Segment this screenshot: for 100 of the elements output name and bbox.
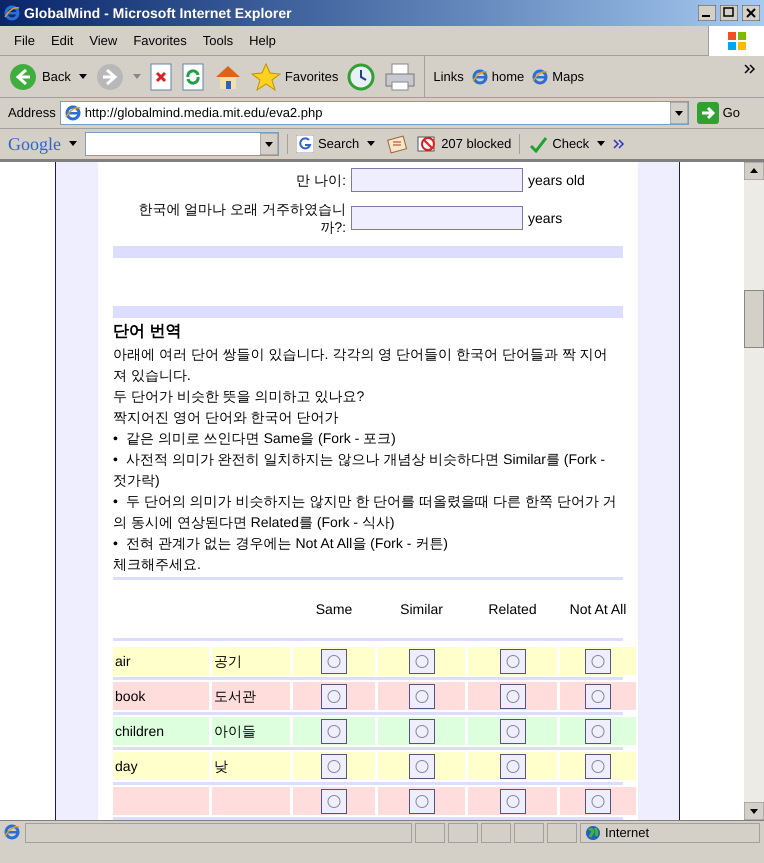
dropdown-icon[interactable] [367, 141, 376, 147]
g-icon [296, 135, 314, 153]
table-cell: 아이들 [212, 717, 290, 745]
instruction-text: 아래에 여러 단어 쌍들이 있습니다. 각각의 영 단어들이 한국어 단어들과 짝 지어져 있습니다. [113, 345, 609, 385]
status-pane [547, 822, 577, 842]
column-header: Not At All [568, 600, 628, 619]
blocked-window-icon [417, 134, 438, 154]
column-header: Same [314, 600, 354, 619]
scroll-thumb[interactable] [744, 290, 764, 348]
menu-item[interactable]: Favorites [127, 30, 193, 50]
radio-button[interactable] [321, 684, 347, 708]
refresh-button[interactable] [180, 62, 205, 90]
close-button[interactable] [742, 5, 760, 21]
scrollbar[interactable] [744, 162, 764, 820]
status-pane [415, 822, 445, 842]
dropdown-button[interactable] [260, 133, 278, 155]
radio-button[interactable] [500, 788, 526, 814]
radio-button[interactable] [585, 684, 611, 708]
dropdown-button[interactable] [670, 102, 688, 124]
radio-button[interactable] [500, 648, 526, 674]
radio-button[interactable] [585, 754, 611, 778]
globe-icon [585, 824, 601, 840]
menu-item[interactable]: File [8, 30, 41, 50]
checkmark-icon [528, 134, 548, 154]
radio-button[interactable] [585, 718, 611, 744]
window-title: GlobalMind - Microsoft Internet Explorer [24, 4, 293, 23]
link-button[interactable]: Maps [532, 66, 584, 86]
radio-button[interactable] [500, 754, 526, 778]
maximize-button[interactable] [720, 5, 738, 21]
table-cell: 낮 [212, 752, 290, 780]
browser-icon [4, 5, 20, 21]
section-heading: 단어 번역 [113, 322, 182, 342]
field-label: 한국에 얼마나 오래 거주하였습니까?: [137, 200, 346, 236]
page-icon [472, 68, 488, 84]
status-pane [448, 822, 478, 842]
history-button[interactable] [346, 62, 376, 92]
unit-label: years [528, 208, 564, 228]
scroll-down-button[interactable] [744, 802, 764, 820]
print-button[interactable] [384, 62, 416, 92]
instruction-text: 두 단어가 비슷한 뜻을 의미하고 있나요? [113, 387, 366, 406]
radio-button[interactable] [321, 648, 347, 674]
windows-logo-icon [726, 30, 748, 52]
page-icon [64, 105, 81, 121]
search-button[interactable]: Search [287, 134, 360, 154]
radio-button[interactable] [321, 788, 347, 814]
column-header: Similar [399, 600, 444, 619]
page-icon [532, 68, 548, 84]
dropdown-icon[interactable] [597, 141, 606, 147]
table-cell: book [113, 682, 209, 710]
chevron-icon[interactable] [744, 64, 756, 74]
radio-button[interactable] [321, 754, 347, 778]
minimize-button[interactable] [698, 5, 716, 21]
spell-check-button[interactable]: Check [519, 134, 590, 154]
instruction-text: 짝지어진 영어 단어와 한국어 단어가 [113, 408, 340, 427]
dropdown-icon[interactable] [69, 141, 77, 147]
scroll-up-button[interactable] [744, 162, 764, 180]
stop-button[interactable] [148, 62, 173, 90]
radio-button[interactable] [500, 718, 526, 744]
radio-button[interactable] [321, 718, 347, 744]
instruction-text: • 같은 의미로 쓰인다면 Same을 (Fork - 포크) [113, 429, 397, 448]
chevron-icon[interactable] [613, 139, 626, 149]
popup-blocker-button[interactable]: 207 blocked [417, 134, 512, 154]
table-cell: 도서관 [212, 682, 290, 710]
instruction-text: • 두 단어의 의미가 비슷하지는 않지만 한 단어를 떠올렸을때 다른 한쪽 단어가 거의 동시에 연상된다면 Related를 (Fork - 식사) [113, 492, 618, 532]
text-input[interactable] [351, 168, 523, 192]
unit-label: years old [528, 170, 586, 190]
radio-button[interactable] [500, 684, 526, 708]
address-field[interactable]: http://globalmind.media.mit.edu/eva2.php [60, 101, 689, 125]
radio-button[interactable] [408, 648, 434, 674]
links-label: Links [433, 68, 464, 86]
menu-item[interactable]: Help [243, 30, 282, 50]
address-label: Address [8, 104, 56, 122]
instruction-text: • 사전적 의미가 완전히 일치하지는 않으나 개념상 비슷하다면 Similar를 (Fork - 젓가락) [113, 450, 606, 490]
radio-button[interactable] [585, 788, 611, 814]
go-button[interactable]: Go [692, 102, 756, 124]
zone-label: Internet [605, 824, 650, 842]
field-label: 만 나이: [295, 171, 346, 189]
back-button[interactable]: Back [8, 62, 71, 92]
radio-button[interactable] [408, 718, 434, 744]
radio-button[interactable] [408, 754, 434, 778]
star-icon [250, 62, 281, 92]
table-cell: children [113, 717, 209, 745]
menu-item[interactable]: View [83, 30, 124, 50]
status-pane [514, 822, 544, 842]
table-cell: day [113, 752, 209, 780]
radio-button[interactable] [408, 788, 434, 814]
instruction-text: 체크해주세요. [113, 555, 202, 574]
favorites-button[interactable]: Favorites [250, 62, 338, 92]
radio-button[interactable] [585, 648, 611, 674]
search-field[interactable] [85, 132, 279, 156]
column-header: Related [487, 600, 538, 619]
table-cell: air [113, 647, 209, 675]
status-pane [481, 822, 511, 842]
radio-button[interactable] [408, 684, 434, 708]
menu-item[interactable]: Edit [44, 30, 80, 50]
text-input[interactable] [351, 206, 523, 230]
link-button[interactable]: home [472, 66, 524, 86]
menu-item[interactable]: Tools [196, 30, 240, 50]
dropdown-icon[interactable] [78, 74, 87, 80]
table-cell: 공기 [212, 647, 290, 675]
